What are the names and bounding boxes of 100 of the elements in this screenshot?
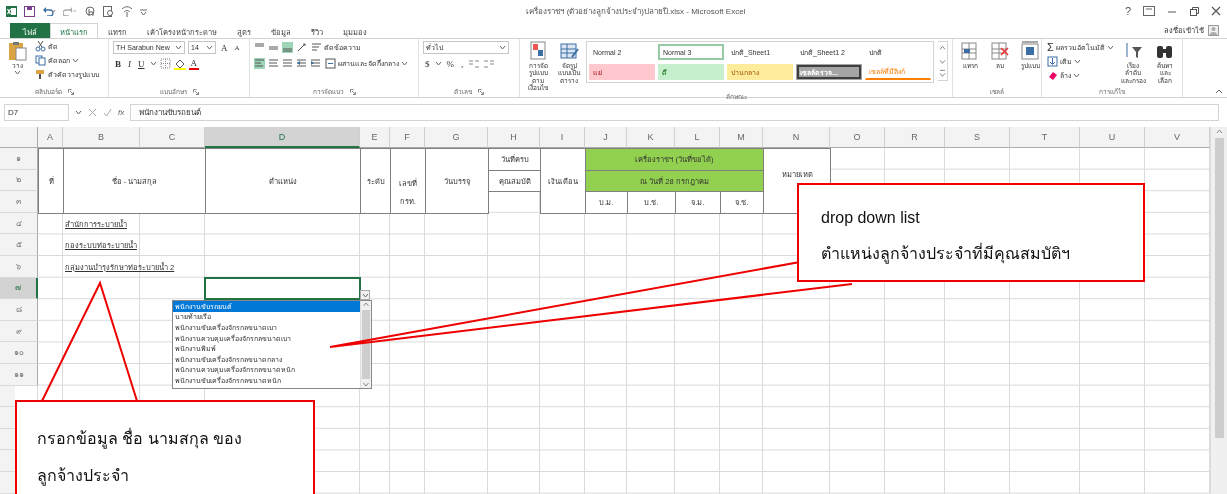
caret-icon xyxy=(1074,59,1081,64)
underline-button[interactable]: U xyxy=(136,58,147,69)
row-header[interactable]: ๓ xyxy=(0,191,38,213)
wrap-text-icon xyxy=(311,42,322,53)
formula-input-field[interactable]: พนักงานขับรถยนต์ xyxy=(130,103,1219,121)
column-header[interactable]: L xyxy=(675,127,720,148)
close-icon[interactable] xyxy=(1211,6,1221,16)
font-color-button[interactable]: A xyxy=(188,57,199,70)
dropdown-list[interactable] xyxy=(172,300,372,389)
scroll-down-icon[interactable] xyxy=(362,381,370,388)
caret-icon xyxy=(75,109,82,115)
insert-function-button[interactable]: fx xyxy=(118,107,125,117)
dialog-launcher-icon[interactable] xyxy=(349,88,356,95)
user-avatar-icon xyxy=(1208,24,1219,36)
scissors-icon xyxy=(35,41,46,52)
grow-font-button[interactable]: A xyxy=(219,42,230,53)
collapse-ribbon-icon[interactable] xyxy=(1215,89,1223,94)
percent-button[interactable]: % xyxy=(444,58,456,69)
column-header[interactable]: N xyxy=(763,127,830,148)
window-title: เครื่องราชฯ (ตัวอย่างลูกจ้างประจำ)ปลายปี.xlsx - Microsoft Excel xyxy=(525,5,747,18)
fill-down-icon xyxy=(1047,56,1058,67)
row-header[interactable]: ๕ xyxy=(0,234,38,256)
decrease-indent-icon[interactable] xyxy=(296,58,307,69)
caret-icon xyxy=(149,61,157,66)
customize-caret-icon[interactable] xyxy=(140,7,147,15)
column-header[interactable]: F xyxy=(390,127,425,148)
callout-text: ลูกจ้างประจำ xyxy=(37,466,130,488)
dialog-launcher-icon[interactable] xyxy=(478,88,484,95)
dropdown-arrow-button[interactable] xyxy=(360,290,370,300)
scroll-up-icon[interactable] xyxy=(362,301,370,308)
scroll-up-icon[interactable] xyxy=(1214,127,1224,136)
delete-cells-icon xyxy=(989,41,1011,61)
column-header[interactable]: V xyxy=(1145,127,1210,148)
dialog-launcher-icon[interactable] xyxy=(192,88,199,95)
fill-color-icon[interactable] xyxy=(173,57,186,70)
align-right-icon[interactable] xyxy=(282,58,293,69)
row-header[interactable]: ๘ xyxy=(0,299,38,321)
table-style-icon xyxy=(558,41,580,61)
column-header[interactable]: T xyxy=(1010,127,1080,148)
italic-button[interactable]: I xyxy=(126,58,133,69)
align-left-icon[interactable] xyxy=(254,58,265,69)
column-header[interactable]: J xyxy=(585,127,627,148)
scrollbar-thumb[interactable] xyxy=(362,310,370,379)
caret-icon xyxy=(13,70,21,76)
column-header[interactable]: D xyxy=(205,127,360,148)
row-header[interactable]: ๔ xyxy=(0,212,38,235)
row-header[interactable]: ๑ xyxy=(0,148,38,170)
undo-icon[interactable] xyxy=(42,6,56,16)
row-header[interactable]: ๖ xyxy=(0,255,38,278)
print-preview-icon[interactable] xyxy=(103,5,114,17)
active-cell[interactable] xyxy=(204,276,361,301)
more-styles-icon[interactable] xyxy=(938,67,947,80)
column-header[interactable]: A xyxy=(38,127,63,148)
bold-button[interactable]: B xyxy=(113,58,123,69)
increase-indent-icon[interactable] xyxy=(310,58,321,69)
spreadsheet-logo-icon[interactable] xyxy=(6,5,17,17)
column-header[interactable]: H xyxy=(488,127,540,148)
column-header[interactable]: E xyxy=(360,127,390,148)
callout-text: กรอกข้อมูล ชื่อ นามสกุล ของ xyxy=(37,427,244,451)
column-header[interactable]: S xyxy=(945,127,1010,148)
callout-text: ตำแหน่งลูกจ้างประจำที่มีคุณสมบัติฯ xyxy=(821,242,1071,266)
caret-icon xyxy=(499,45,506,50)
column-header[interactable]: O xyxy=(830,127,885,148)
redo-icon[interactable] xyxy=(63,6,77,16)
align-center-icon[interactable] xyxy=(268,58,279,69)
column-header[interactable]: R xyxy=(885,127,945,148)
caret-icon xyxy=(206,45,213,50)
column-header[interactable]: U xyxy=(1080,127,1145,148)
ribbon-display-icon[interactable] xyxy=(1143,6,1155,16)
clipboard-icon xyxy=(6,41,28,61)
currency-button[interactable]: $ xyxy=(423,58,432,69)
scrollbar-thumb[interactable] xyxy=(1214,138,1224,438)
row-header[interactable]: ๒ xyxy=(0,169,38,192)
maximize-icon[interactable] xyxy=(1189,6,1199,16)
column-header[interactable]: K xyxy=(627,127,675,148)
row-header[interactable]: ๗ xyxy=(0,277,38,300)
paintbrush-icon xyxy=(35,69,46,80)
increase-decimal-icon[interactable] xyxy=(468,58,481,69)
eraser-icon xyxy=(1047,70,1058,81)
decrease-decimal-icon[interactable] xyxy=(483,58,496,69)
column-header[interactable]: M xyxy=(720,127,763,148)
column-header[interactable]: B xyxy=(63,127,140,148)
dialog-launcher-icon[interactable] xyxy=(67,88,74,95)
save-icon[interactable] xyxy=(24,5,35,17)
help-button[interactable]: ? xyxy=(1124,5,1131,17)
merge-cells-icon xyxy=(325,58,336,69)
caret-icon xyxy=(434,61,442,66)
row-header[interactable]: ๑๑ xyxy=(0,363,38,386)
borders-icon[interactable] xyxy=(159,58,171,69)
column-header[interactable]: G xyxy=(425,127,488,148)
name-box[interactable]: D7 xyxy=(4,103,69,121)
check-icon[interactable] xyxy=(103,107,112,117)
row-header[interactable]: ๑๐ xyxy=(0,342,38,364)
column-header[interactable]: I xyxy=(540,127,585,148)
select-all-button[interactable] xyxy=(0,127,38,148)
row-header[interactable]: ๙ xyxy=(0,320,38,343)
format-cells-icon xyxy=(1019,41,1041,61)
column-header[interactable]: C xyxy=(140,127,205,148)
comma-button[interactable]: , xyxy=(459,58,466,69)
cancel-icon[interactable] xyxy=(88,107,97,117)
